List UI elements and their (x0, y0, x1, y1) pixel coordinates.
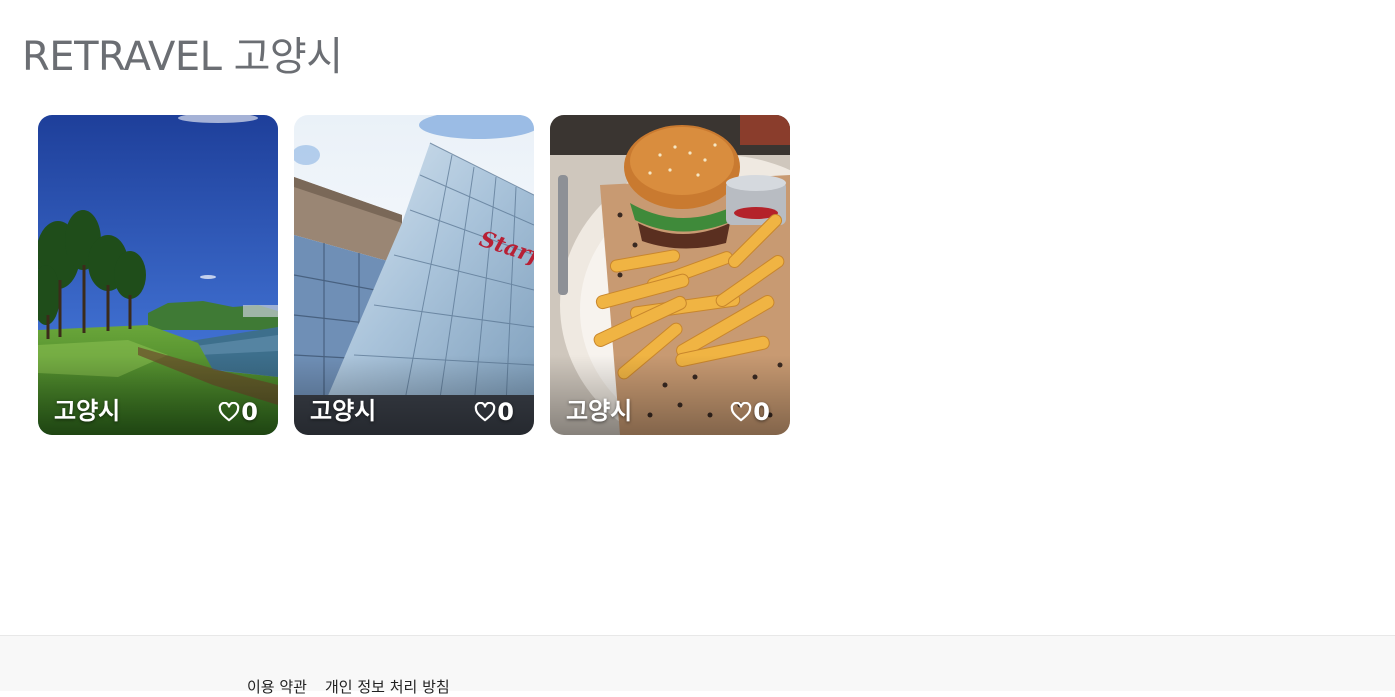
like-button[interactable]: 0 (730, 398, 770, 426)
heart-icon (219, 402, 240, 422)
card-label: 고양시 (310, 397, 377, 425)
like-button[interactable]: 0 (218, 398, 258, 426)
place-card[interactable]: 고양시 0 (38, 115, 278, 435)
heart-icon (731, 402, 752, 422)
like-count: 0 (497, 398, 514, 426)
footer: 이용 약관 개인 정보 처리 방침 (0, 635, 1395, 696)
place-card[interactable]: 고양시 0 (550, 115, 790, 435)
privacy-policy-link[interactable]: 개인 정보 처리 방침 (325, 676, 450, 697)
like-button[interactable]: 0 (474, 398, 514, 426)
like-count: 0 (241, 398, 258, 426)
place-card[interactable]: Starfi 고양시 0 (294, 115, 534, 435)
card-grid: 고양시 0 Starfi 고양시 0 고양시 0 (38, 115, 790, 435)
heart-icon (475, 402, 496, 422)
page-title: RETRAVEL 고양시 (22, 34, 343, 80)
card-label: 고양시 (566, 397, 633, 425)
like-count: 0 (753, 398, 770, 426)
footer-links: 이용 약관 개인 정보 처리 방침 (247, 676, 450, 697)
terms-link[interactable]: 이용 약관 (247, 676, 307, 697)
card-label: 고양시 (54, 397, 121, 425)
